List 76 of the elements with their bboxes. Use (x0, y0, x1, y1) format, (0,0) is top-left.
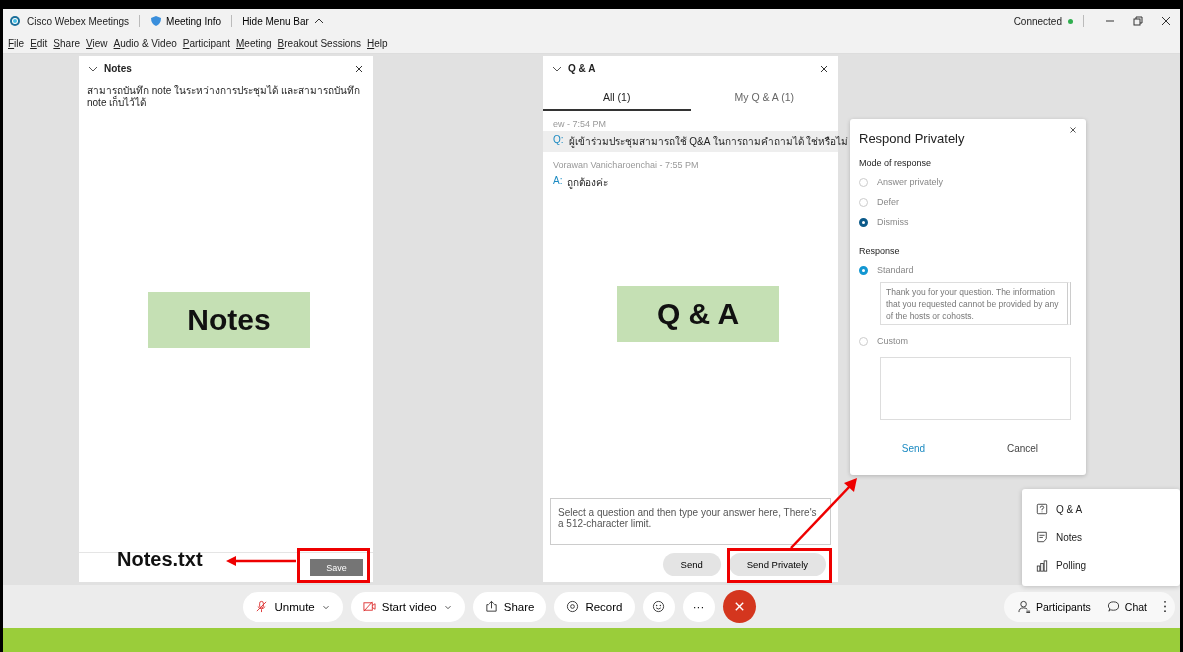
save-button[interactable]: Save (310, 559, 363, 576)
menu-item[interactable]: Audio & Video (113, 37, 177, 49)
entry-prefix: A: (553, 175, 563, 188)
qa-tab[interactable]: My Q & A (1) (690, 85, 838, 111)
entry-text: ผู้เข้าร่วมประชุมสามารถใช้ Q&A ในการถามคำถามได้ ใช่หรือไม่ (568, 135, 849, 149)
close-icon[interactable] (1068, 125, 1078, 135)
menu-item[interactable]: Participant (182, 37, 230, 49)
menu-item[interactable]: Breakout Sessions (277, 37, 361, 49)
send-link-button[interactable]: Send (859, 442, 968, 455)
shield-icon (150, 15, 163, 27)
control-button[interactable]: Start video (350, 591, 465, 622)
bar-chart-icon (1036, 559, 1048, 572)
radio-button[interactable] (859, 217, 868, 227)
video-off-icon (362, 600, 376, 613)
person-icon (1017, 600, 1031, 613)
control-button[interactable]: Unmute (243, 591, 343, 622)
menu-item[interactable]: Notes (1022, 531, 1180, 544)
menu-item[interactable]: Help (367, 37, 388, 49)
hide-menu-bar-button[interactable]: Hide Menu Bar (242, 15, 325, 27)
radio-label: Defer (877, 197, 899, 207)
section-label: Mode of response (859, 158, 933, 168)
send-button[interactable]: Send Privately (728, 553, 826, 576)
qa-callout: Q & A (617, 286, 779, 342)
qa-tab[interactable]: All (1) (543, 85, 691, 111)
menu-item[interactable]: Share (53, 37, 81, 49)
cancel-button[interactable]: Cancel (968, 442, 1077, 455)
restore-icon[interactable] (1132, 15, 1144, 27)
app-logo-icon (9, 15, 21, 27)
kebab-menu-icon[interactable] (1163, 600, 1167, 613)
menu-item[interactable]: File (8, 37, 25, 49)
muted-mic-icon (255, 600, 269, 613)
dialog-title: Respond Privately (859, 131, 966, 146)
entry-text: ถูกต้องค่ะ (567, 176, 609, 190)
entry-meta: ew - 7:54 PM (552, 118, 608, 131)
close-icon[interactable] (1160, 15, 1172, 27)
control-button[interactable]: Record (554, 591, 635, 622)
left-arrow (226, 555, 296, 567)
section-label: Response (859, 246, 901, 256)
send-button[interactable]: Send (662, 553, 721, 576)
question-icon (1036, 503, 1048, 516)
status-dot-icon (1068, 18, 1073, 24)
qa-entry[interactable]: A: ถูกต้องค่ะ (543, 172, 838, 193)
response-text-box[interactable]: Thank you for your question. The information that you requested cannot be provided by any of the hosts or cohosts. (880, 282, 1071, 325)
reactions-button[interactable] (642, 591, 675, 622)
entry-prefix: Q: (553, 134, 564, 147)
smiley-icon (652, 600, 665, 613)
side-button[interactable]: Chat (1098, 591, 1155, 622)
record-icon (566, 600, 580, 613)
radio-label: Custom (877, 336, 908, 346)
menu-item[interactable]: Q & A (1022, 503, 1180, 516)
share-icon (484, 600, 498, 613)
radio-label: Standard (877, 265, 914, 275)
menu-item[interactable]: Polling (1022, 559, 1180, 572)
answer-field[interactable]: Select a question and then type your answer here, There's a 512-character limit. (550, 498, 831, 545)
panel-title: Q & A (568, 63, 596, 74)
notes-callout: Notes (148, 292, 310, 348)
meeting-info-button[interactable]: Meeting Info (150, 15, 222, 27)
side-button[interactable]: Participants (1009, 591, 1099, 622)
more-button[interactable]: ··· (682, 591, 715, 622)
custom-response-field[interactable] (880, 357, 1071, 420)
chat-bubble-icon (1106, 600, 1120, 613)
menu-item[interactable]: View (86, 37, 108, 49)
radio-label: Answer privately (877, 177, 944, 187)
menu-item[interactable]: Edit (30, 37, 48, 49)
notes-text[interactable]: สามารถบันทึก note ในระหว่างการประชุมได้ และสามารถบันทึก note เก็บไว้ได้ (79, 81, 373, 113)
end-meeting-button[interactable] (722, 590, 756, 623)
radio-label: Dismiss (877, 217, 909, 227)
note-icon (1036, 531, 1048, 544)
file-name-label: Notes.txt (117, 548, 203, 571)
menu-item[interactable]: Meeting (236, 37, 272, 49)
connection-status: Connected (1013, 15, 1062, 27)
control-button[interactable]: Share (472, 591, 547, 622)
entry-meta: Vorawan Vanicharoenchai - 7:55 PM (552, 159, 700, 172)
panel-title: Notes (104, 63, 132, 74)
app-title: Cisco Webex Meetings (27, 15, 130, 27)
radio-button[interactable] (859, 265, 868, 275)
